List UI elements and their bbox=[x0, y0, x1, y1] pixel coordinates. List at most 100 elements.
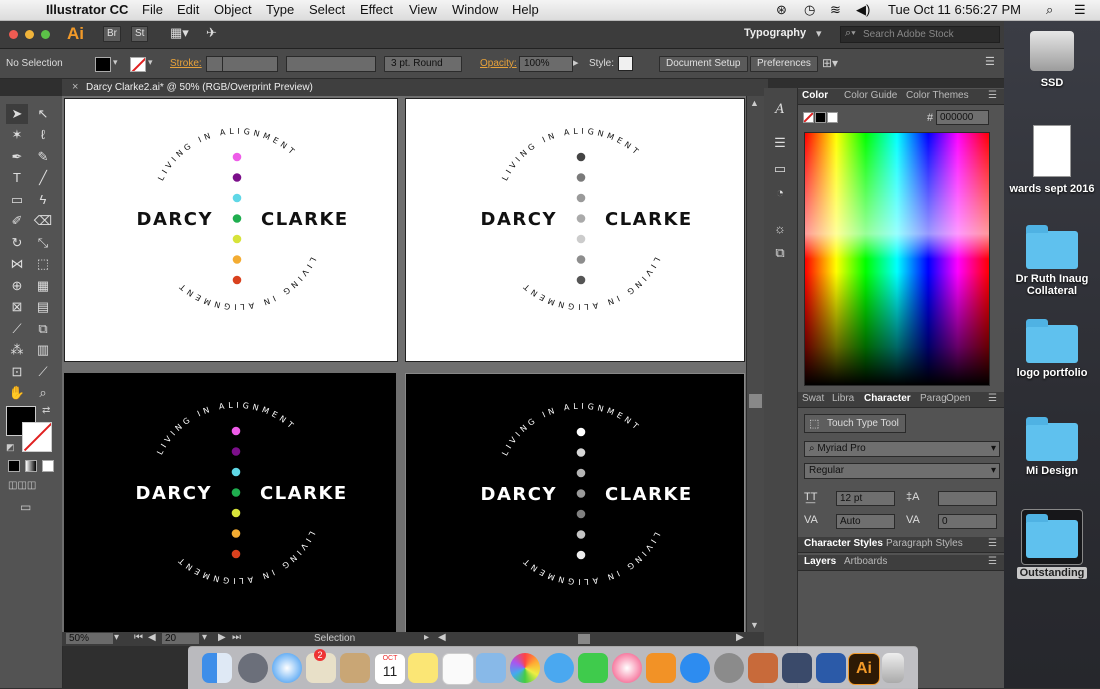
screen-mode-icon[interactable]: ▭ bbox=[20, 500, 31, 514]
gpu-performance-icon[interactable]: ✈ bbox=[206, 25, 217, 41]
document-setup-button[interactable]: Document Setup bbox=[659, 56, 748, 72]
panel-menu-icon[interactable]: ☰ bbox=[988, 538, 997, 549]
tab-character[interactable]: Character bbox=[864, 393, 911, 404]
stroke-panel-icon[interactable]: ☰ bbox=[771, 134, 789, 152]
stock-search[interactable]: ⌕▾ Search Adobe Stock bbox=[840, 26, 1000, 43]
chevron-right-icon[interactable]: ▸ bbox=[424, 632, 429, 643]
illustrator-dock-icon[interactable]: Ai bbox=[848, 653, 880, 685]
artboard-4[interactable]: LIVING IN ALIGNMENT LIVING IN ALIGNMENT DA… bbox=[405, 373, 745, 632]
direct-selection-tool-icon[interactable]: ↖ bbox=[32, 104, 54, 124]
transparency-panel-icon[interactable]: ◔ bbox=[771, 184, 789, 202]
workspace-switcher[interactable]: Typography bbox=[744, 27, 806, 39]
trash-icon[interactable] bbox=[882, 653, 904, 683]
scroll-right-icon[interactable]: ▶ bbox=[736, 632, 744, 643]
stroke-label[interactable]: Stroke: bbox=[170, 58, 202, 69]
stats-app-icon[interactable] bbox=[816, 653, 846, 683]
scroll-up-icon[interactable]: ▲ bbox=[750, 98, 759, 108]
app-store-icon[interactable] bbox=[680, 653, 710, 683]
minimize-window-button[interactable] bbox=[25, 30, 34, 39]
canvas[interactable]: LIVING IN ALIGNMENT LIVING IN ALIGNMENT DA… bbox=[62, 96, 746, 632]
artboard-number-field[interactable]: 20 bbox=[162, 633, 199, 644]
panel-menu-icon[interactable]: ☰ bbox=[988, 556, 997, 567]
creative-cloud-icon[interactable]: ⊛ bbox=[776, 2, 787, 18]
width-tool-icon[interactable]: ⋈ bbox=[6, 254, 28, 274]
shape-builder-tool-icon[interactable]: ⊕ bbox=[6, 276, 28, 296]
preferences-button[interactable]: Preferences bbox=[750, 56, 818, 72]
selection-tool-icon[interactable]: ➤ bbox=[6, 104, 28, 124]
desktop-item-ssd[interactable]: SSD bbox=[1004, 31, 1100, 89]
horizontal-scroll-thumb[interactable] bbox=[578, 634, 590, 644]
appearance-panel-icon[interactable]: ☼ bbox=[771, 220, 789, 238]
desktop-item-logo-portfolio[interactable]: logo portfolio bbox=[1004, 319, 1100, 379]
itunes-icon[interactable] bbox=[612, 653, 642, 683]
wifi-icon[interactable]: ≋ bbox=[830, 2, 841, 18]
volume-icon[interactable]: ◀) bbox=[856, 2, 870, 18]
tab-libraries[interactable]: Libra bbox=[832, 393, 854, 404]
curvature-tool-icon[interactable]: ✎ bbox=[32, 147, 54, 167]
zoom-tool-icon[interactable]: ⌕ bbox=[32, 383, 54, 403]
artboard-2[interactable]: LIVING IN ALIGNMENT LIVING IN ALIGNMENT DA… bbox=[405, 98, 745, 362]
stroke-swatch[interactable] bbox=[130, 57, 146, 72]
export-panel-icon[interactable]: ⧉ bbox=[771, 244, 789, 262]
desktop-item-outstanding[interactable]: Outstanding bbox=[1004, 509, 1100, 579]
paintbrush-tool-icon[interactable]: ϟ bbox=[32, 190, 54, 210]
rotate-tool-icon[interactable]: ↻ bbox=[6, 233, 28, 253]
opacity-label[interactable]: Opacity: bbox=[480, 58, 517, 69]
menu-file[interactable]: File bbox=[142, 2, 163, 17]
line-tool-icon[interactable]: ╱ bbox=[32, 168, 54, 188]
notes-icon[interactable] bbox=[408, 653, 438, 683]
opacity-field[interactable]: 100% bbox=[519, 56, 573, 72]
scroll-left-icon[interactable]: ◀ bbox=[438, 632, 446, 643]
zoom-level-field[interactable]: 50% bbox=[66, 633, 113, 644]
panel-menu-icon[interactable]: ☰ bbox=[988, 90, 997, 101]
font-style-field[interactable]: Regular ▾ bbox=[804, 463, 1000, 479]
reminders-icon[interactable] bbox=[442, 653, 474, 685]
slice-tool-icon[interactable]: ⟋ bbox=[32, 362, 54, 382]
close-tab-icon[interactable]: × bbox=[72, 81, 78, 93]
variable-width-profile[interactable] bbox=[286, 56, 376, 72]
align-icon[interactable]: ⊞▾ bbox=[822, 56, 838, 70]
graph-tool-icon[interactable]: ▥ bbox=[32, 340, 54, 360]
chevron-down-icon[interactable]: ▾ bbox=[148, 57, 153, 68]
color-white-swatch[interactable] bbox=[827, 112, 838, 123]
contacts-icon[interactable] bbox=[340, 653, 370, 683]
ibooks-icon[interactable] bbox=[646, 653, 676, 683]
stock-search-placeholder[interactable]: Search Adobe Stock bbox=[863, 29, 954, 40]
scale-tool-icon[interactable]: ⤡ bbox=[32, 233, 54, 253]
menu-select[interactable]: Select bbox=[309, 2, 345, 17]
facetime-icon[interactable] bbox=[578, 653, 608, 683]
preview-icon[interactable] bbox=[476, 653, 506, 683]
scroll-thumb[interactable] bbox=[749, 394, 762, 408]
tab-color-guide[interactable]: Color Guide bbox=[844, 90, 897, 101]
lasso-tool-icon[interactable]: ℓ bbox=[32, 125, 54, 145]
calendar-icon[interactable]: OCT 11 bbox=[374, 653, 406, 685]
menu-type[interactable]: Type bbox=[266, 2, 294, 17]
tracking-field[interactable]: 0 bbox=[938, 514, 997, 529]
next-artboard-icon[interactable]: ▶ bbox=[218, 632, 226, 643]
gradient-panel-icon[interactable]: ▭ bbox=[771, 160, 789, 178]
first-artboard-icon[interactable]: ⏮ bbox=[134, 632, 143, 643]
brush-definition[interactable]: 3 pt. Round bbox=[384, 56, 462, 72]
desktop-item-mi-design[interactable]: Mi Design bbox=[1004, 417, 1100, 477]
zoom-window-button[interactable] bbox=[41, 30, 50, 39]
tab-paragraph-styles[interactable]: Paragraph Styles bbox=[886, 538, 963, 549]
chevron-down-icon[interactable]: ▾ bbox=[816, 27, 822, 40]
gradient-tool-icon[interactable]: ▤ bbox=[32, 297, 54, 317]
menu-effect[interactable]: Effect bbox=[360, 2, 393, 17]
arrange-documents-icon[interactable]: ▦▾ bbox=[170, 25, 189, 41]
safari-icon[interactable] bbox=[272, 653, 302, 683]
photos-icon[interactable] bbox=[510, 653, 540, 683]
launchpad-icon[interactable] bbox=[238, 653, 268, 683]
perspective-grid-tool-icon[interactable]: ▦ bbox=[32, 276, 54, 296]
hex-color-field[interactable]: 000000 bbox=[936, 110, 989, 125]
color-black-swatch[interactable] bbox=[815, 112, 826, 123]
none-mode-button[interactable] bbox=[42, 460, 54, 472]
tab-paragraph[interactable]: Parag bbox=[920, 393, 947, 404]
magic-wand-tool-icon[interactable]: ✶ bbox=[6, 125, 28, 145]
menu-help[interactable]: Help bbox=[512, 2, 539, 17]
tab-opentype[interactable]: Open bbox=[946, 393, 970, 404]
kerning-field[interactable]: Auto bbox=[836, 514, 895, 529]
eraser-tool-icon[interactable]: ⌫ bbox=[32, 211, 54, 231]
swap-fill-stroke-icon[interactable]: ⇄ bbox=[42, 405, 50, 416]
clock[interactable]: Tue Oct 11 6:56:27 PM bbox=[888, 2, 1021, 17]
